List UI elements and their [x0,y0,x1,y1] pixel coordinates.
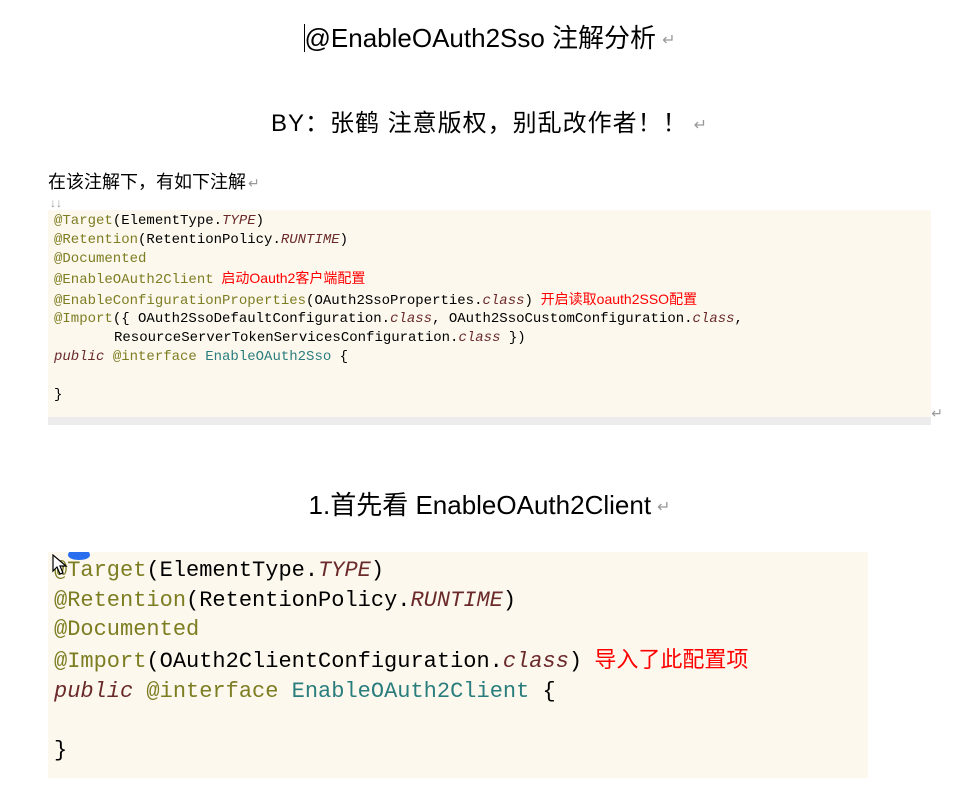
code-text: }) [500,330,525,346]
annotation: @Target [54,558,146,583]
code-comment-cn: 导入了此配置项 [582,647,748,672]
code-text: ResourceServerTokenServicesConfiguration… [114,330,458,346]
annotation: @Target [54,213,113,229]
code-block-2-wrapper: @Target(ElementType.TYPE) @Retention(Ret… [48,552,931,778]
code-keyword: public [54,349,113,365]
code-text: , [735,311,743,327]
paragraph-mark-icon: ↵ [694,117,708,134]
text-cursor [304,24,305,52]
code-text: } [54,387,62,403]
section-1-heading: 1.首先看 EnableOAuth2Client ↵ [48,485,931,522]
code-text: ) [503,588,516,613]
section-1-title-text: 1.首先看 EnableOAuth2Client [309,490,652,520]
intro-content: 在该注解下，有如下注解 [48,172,246,192]
title-text: @EnableOAuth2Sso 注解分析 [305,23,657,53]
annotation: @Retention [54,588,186,613]
code-text: ) [256,213,264,229]
code-text: (ElementType. [113,213,222,229]
paragraph-mark-icon: ↵ [248,175,260,191]
code-constant: RUNTIME [281,232,340,248]
code-keyword: public [54,679,146,704]
code-text: { [529,679,555,704]
code-text: (OAuth2ClientConfiguration. [146,649,502,674]
code-block-1: @Target(ElementType.TYPE) @Retention(Ret… [48,210,931,425]
annotation: @EnableConfigurationProperties [54,293,306,309]
paragraph-mark-icon: ↵ [657,499,670,516]
code-keyword: class [482,293,524,309]
code-text: , OAuth2SsoCustomConfiguration. [432,311,692,327]
code-keyword: class [693,311,735,327]
annotation: @interface [113,349,197,365]
annotation: @Retention [54,232,138,248]
intro-text: 在该注解下，有如下注解↵ [48,168,931,194]
code-text: ) [525,293,533,309]
small-mark: ↓↓ [50,196,931,210]
code-text: ) [371,558,384,583]
code-text: (RetentionPolicy. [138,232,281,248]
code-constant: TYPE [222,213,256,229]
annotation: @Import [54,311,113,327]
code-text: (OAuth2SsoProperties. [306,293,482,309]
byline: BY：张鹤 注意版权，别乱改作者！！ ↵ [48,103,931,138]
code-text: ) [569,649,582,674]
code-constant: TYPE [318,558,371,583]
paragraph-mark-icon: ↵ [931,405,943,422]
annotation: @interface [146,679,278,704]
code-text: ({ OAuth2SsoDefaultConfiguration. [113,311,390,327]
code-text: (ElementType. [146,558,318,583]
paragraph-mark-icon: ↵ [662,32,675,49]
code-text: (RetentionPolicy. [186,588,410,613]
code-keyword: class [503,649,569,674]
annotation: @Documented [54,617,199,642]
document-title: @EnableOAuth2Sso 注解分析 ↵ [48,18,931,55]
code-text: } [54,738,67,763]
code-keyword: class [390,311,432,327]
code-comment-cn: 启动Oauth2客户端配置 [214,270,366,286]
annotation: @Documented [54,251,146,267]
code-constant: RUNTIME [410,588,502,613]
byline-text: BY：张鹤 注意版权，别乱改作者！！ [271,110,688,137]
code-text: { [331,349,348,365]
code-keyword: class [458,330,500,346]
code-comment-cn: 开启读取oauth2SSO配置 [533,291,697,307]
code-text: ) [340,232,348,248]
annotation: @EnableOAuth2Client [54,272,214,288]
code-block-1-wrapper: @Target(ElementType.TYPE) @Retention(Ret… [48,210,931,425]
annotation: @Import [54,649,146,674]
code-block-2: @Target(ElementType.TYPE) @Retention(Ret… [48,552,868,778]
code-type: EnableOAuth2Client [278,679,529,704]
code-type: EnableOAuth2Sso [197,349,331,365]
